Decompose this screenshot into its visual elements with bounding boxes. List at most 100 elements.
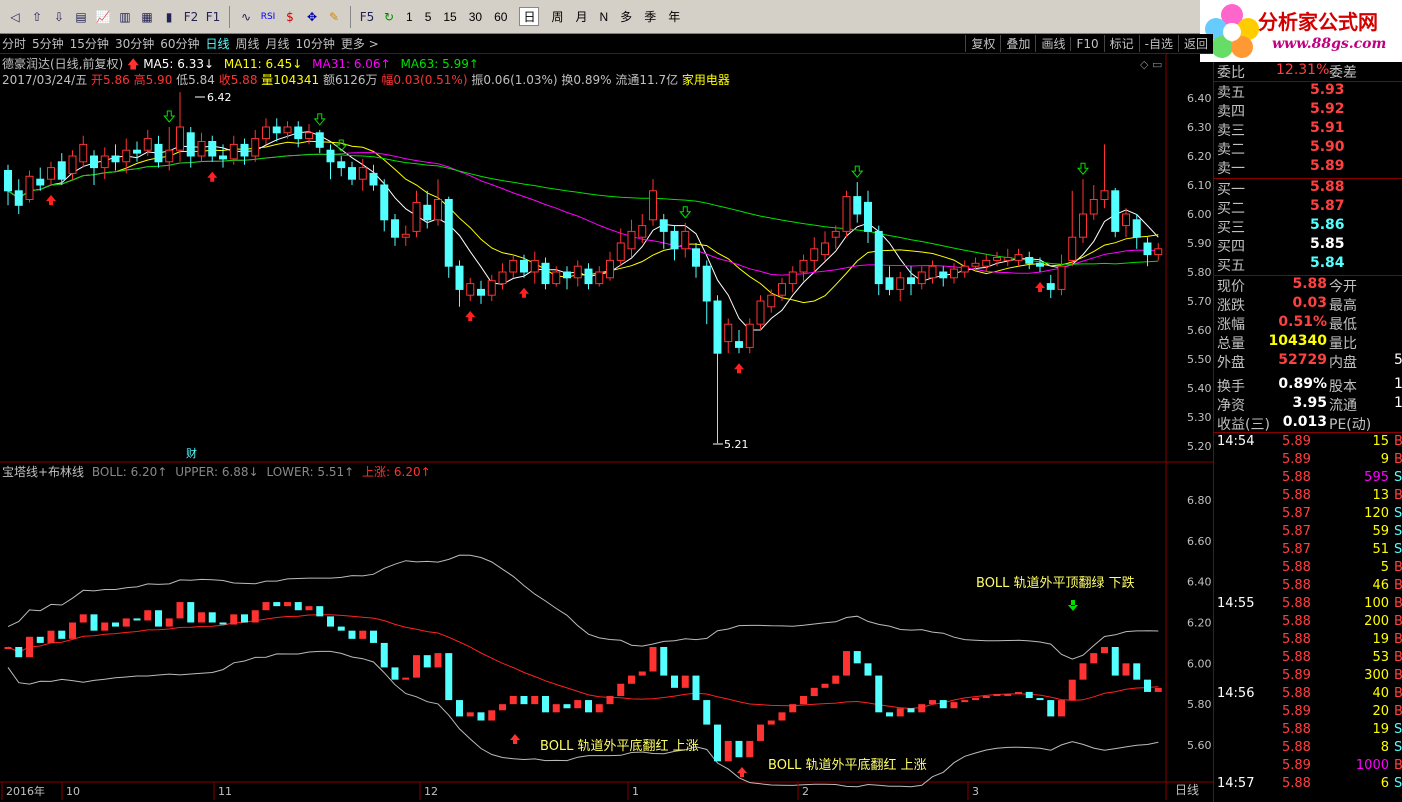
grid-icon[interactable]: ▦ xyxy=(138,8,156,26)
boll-info-line: 宝塔线+布林线 BOLL: 6.20↑ UPPER: 6.88↓ LOWER: … xyxy=(2,463,431,480)
dollar-icon[interactable]: $ xyxy=(281,8,299,26)
stat-right-value: 1 xyxy=(1394,376,1402,392)
candle-body xyxy=(434,199,442,221)
return-button[interactable]: 返回 xyxy=(1177,35,1213,52)
bid-label: 买四 xyxy=(1217,239,1245,255)
down-icon[interactable]: ⇩ xyxy=(50,8,68,26)
f2-icon[interactable]: F2 xyxy=(182,8,200,26)
tower-bar xyxy=(1068,679,1076,701)
indicator-icon[interactable]: ∿ xyxy=(237,8,255,26)
candle-icon[interactable]: ▥ xyxy=(116,8,134,26)
period-1[interactable]: 1 xyxy=(406,10,413,24)
tower-bar xyxy=(982,696,990,699)
move-icon[interactable]: ✥ xyxy=(303,8,321,26)
watchlist-button[interactable]: -自选 xyxy=(1138,35,1178,52)
candle-body xyxy=(262,126,270,140)
period-tab[interactable]: 60分钟 xyxy=(160,35,199,52)
period-5[interactable]: 5 xyxy=(425,10,432,24)
range-multi[interactable]: 多 xyxy=(620,8,632,25)
period-tab-active[interactable]: 日线 xyxy=(206,35,230,52)
tick-volume: 300 xyxy=(1364,668,1389,683)
candle-body xyxy=(1057,265,1066,290)
range-week[interactable]: 周 xyxy=(551,8,563,25)
ma63-line xyxy=(7,153,1159,265)
tick-direction: B xyxy=(1394,686,1402,701)
price-tick-label: 5.40 xyxy=(1187,382,1212,395)
candle-body xyxy=(272,126,281,134)
line-chart-icon[interactable]: 📈 xyxy=(94,8,112,26)
candle-body xyxy=(853,196,862,215)
range-month[interactable]: 月 xyxy=(575,8,587,25)
boll-mid-line xyxy=(7,614,1159,710)
period-tab-more[interactable]: 更多 > xyxy=(341,35,379,52)
range-n[interactable]: N xyxy=(600,10,609,24)
list-icon[interactable]: ▤ xyxy=(72,8,90,26)
tick-row: 5.88 200 B xyxy=(1214,614,1402,632)
period-tab[interactable]: 15分钟 xyxy=(70,35,109,52)
candle-body xyxy=(1122,213,1130,227)
tower-bar xyxy=(337,626,345,631)
candle-body xyxy=(4,170,12,192)
tower-bar xyxy=(1058,700,1065,717)
range-day[interactable]: 日 xyxy=(519,7,540,26)
tower-bar xyxy=(628,675,635,684)
period-60[interactable]: 60 xyxy=(494,10,507,24)
stat-label: 换手 xyxy=(1217,379,1245,395)
tower-bar xyxy=(595,704,603,713)
candle-body xyxy=(1036,262,1044,267)
bid-label: 买五 xyxy=(1217,258,1245,274)
period-tab[interactable]: 月线 xyxy=(266,35,290,52)
tower-bar xyxy=(1025,691,1033,699)
tower-bar xyxy=(273,602,281,607)
tower-bar xyxy=(477,712,485,721)
tower-bar xyxy=(993,693,1001,696)
tower-bar xyxy=(520,696,528,705)
tick-row: 5.89 20 B xyxy=(1214,704,1402,722)
price-tick-label: 5.70 xyxy=(1187,295,1212,308)
period-tab[interactable]: 分时 xyxy=(2,35,26,52)
candle-body xyxy=(219,155,227,160)
divider xyxy=(1214,432,1402,433)
range-year[interactable]: 年 xyxy=(668,8,680,25)
range-season[interactable]: 季 xyxy=(644,8,656,25)
candles xyxy=(4,92,1163,444)
kline-chart[interactable]: 6.40 6.30 6.20 6.10 6.00 5.90 5.80 5.70 5.60 5.50… xyxy=(0,54,1213,802)
finance-mark[interactable]: 财 xyxy=(186,446,197,460)
stat-right-label: 最高 xyxy=(1329,298,1357,314)
period-tab[interactable]: 30分钟 xyxy=(115,35,154,52)
draw-line-button[interactable]: 画线 xyxy=(1035,35,1070,52)
back-icon[interactable]: ◁ xyxy=(6,8,24,26)
pencil-icon[interactable]: ✎ xyxy=(325,8,343,26)
period-tab[interactable]: 5分钟 xyxy=(32,35,64,52)
tower-bar xyxy=(15,647,23,658)
chart-settings-icon[interactable]: ◇ ▭ xyxy=(1140,58,1162,71)
up-icon[interactable]: ⇧ xyxy=(28,8,46,26)
tick-row: 14:57 5.88 6 S xyxy=(1214,776,1402,794)
ask-row: 卖二 5.90 xyxy=(1214,139,1402,158)
mark-button[interactable]: 标记 xyxy=(1103,35,1139,52)
refresh-icon[interactable]: ↻ xyxy=(380,8,398,26)
period-15[interactable]: 15 xyxy=(443,10,456,24)
candle-body xyxy=(864,201,872,232)
tower-bar xyxy=(155,610,162,627)
restore-right-button[interactable]: 复权 xyxy=(965,35,1000,52)
rsi-icon[interactable]: RSI xyxy=(259,8,277,26)
f5-icon[interactable]: F5 xyxy=(358,8,376,26)
tick-volume: 20 xyxy=(1372,704,1389,719)
tick-row: 14:55 5.88 100 B xyxy=(1214,596,1402,614)
brand-logo[interactable]: 分析家公式网 www.88gs.com xyxy=(1200,0,1402,62)
bar-chart-icon[interactable]: ▮ xyxy=(160,8,178,26)
tick-volume: 200 xyxy=(1364,614,1389,629)
tick-price: 5.88 xyxy=(1282,632,1311,647)
f1-icon[interactable]: F1 xyxy=(204,8,222,26)
f10-button[interactable]: F10 xyxy=(1070,36,1103,51)
overlay-button[interactable]: 叠加 xyxy=(1000,35,1035,52)
boll-lower-line xyxy=(7,650,1159,788)
tick-row: 5.88 8 S xyxy=(1214,740,1402,758)
candle-body xyxy=(1100,190,1109,201)
candle-body xyxy=(47,167,55,180)
period-tab[interactable]: 10分钟 xyxy=(296,35,335,52)
tick-direction: S xyxy=(1394,542,1402,557)
period-30[interactable]: 30 xyxy=(469,10,482,24)
period-tab[interactable]: 周线 xyxy=(236,35,260,52)
